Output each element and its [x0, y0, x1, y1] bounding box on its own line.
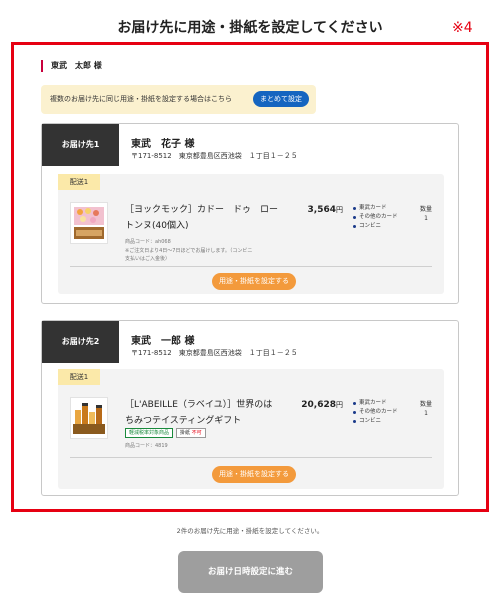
product-name: ［L'ABEILLE（ラベイユ）］世界のはちみつテイスティングギフト	[125, 400, 273, 426]
destination-name: 東武 一郎 様	[131, 336, 195, 347]
shipment-label: 配送1	[58, 174, 100, 190]
bullet-icon	[353, 225, 356, 228]
product-code: 商品コード：ah068	[125, 239, 171, 245]
bullet-icon	[353, 216, 356, 219]
destination-address: 〒171-8512 東京都豊島区西池袋 １丁目１－２５	[131, 349, 298, 357]
quantity-label: 数量	[419, 206, 432, 213]
payment-method: その他のカード	[353, 213, 398, 222]
product-code: 商品コード：4819	[125, 443, 168, 449]
quantity-value: 1	[424, 410, 428, 417]
bullet-icon	[353, 420, 356, 423]
payment-method: コンビニ	[353, 417, 398, 426]
quantity-label: 数量	[419, 401, 432, 408]
shipment-label: 配送1	[58, 369, 100, 385]
status-text: 2件のお届け先に用途・掛紙を設定してください。	[176, 527, 324, 535]
set-purpose-button[interactable]: 用途・掛紙を設定する	[212, 273, 296, 290]
payment-method: 東武カード	[353, 399, 398, 408]
destination-name: 東武 花子 様	[131, 139, 195, 150]
destination-card-1: お届け先1 東武 花子 様 〒171-8512 東京都豊島区西池袋 １丁目１－２…	[41, 123, 459, 304]
shipment-box: 配送1 ［ヨックモック］カドー ドゥ ロートンヌ(40個入) 3,564円 商品…	[58, 174, 444, 294]
annotation-mark: ※4	[452, 20, 473, 36]
divider	[70, 266, 432, 267]
quantity-value: 1	[424, 215, 428, 222]
product-price: 3,564円	[288, 205, 343, 215]
bullet-icon	[353, 411, 356, 414]
destination-card-2: お届け先2 東武 一郎 様 〒171-8512 東京都豊島区西池袋 １丁目１－２…	[41, 320, 459, 496]
bullet-icon	[353, 207, 356, 210]
divider	[70, 457, 432, 458]
product-price: 20,628円	[288, 400, 343, 410]
bulk-setting-bar: 複数のお届け先に同じ用途・掛紙を設定する場合はこちら まとめて設定	[41, 85, 316, 114]
bulk-setting-button[interactable]: まとめて設定	[253, 91, 309, 107]
bullet-icon	[353, 402, 356, 405]
price-unit: 円	[336, 401, 343, 409]
destination-address: 〒171-8512 東京都豊島区西池袋 １丁目１－２５	[131, 152, 298, 160]
product-note: ※ご注文日より4日〜7日ほどでお届けします。（コンビニ支払いはご入金後）	[125, 248, 253, 262]
destination-tag: お届け先2	[42, 321, 119, 363]
payment-methods: 東武カード その他のカード コンビニ	[353, 399, 398, 426]
product-image	[70, 397, 108, 439]
price-unit: 円	[336, 206, 343, 214]
destination-tag: お届け先1	[42, 124, 119, 166]
reduced-tax-badge: 軽減税率対象商品	[125, 428, 174, 438]
payment-methods: 東武カード その他のカード コンビニ	[353, 204, 398, 231]
page-title: お届け先に用途・掛紙を設定してください	[117, 20, 383, 36]
customer-name: 東武 太郎 様	[41, 60, 102, 72]
product-image	[70, 202, 108, 244]
payment-method: 東武カード	[353, 204, 398, 213]
wrapping-badge: 掛紙 不可	[176, 428, 206, 438]
proceed-button[interactable]: お届け日時設定に進む	[178, 551, 323, 593]
product-name: ［ヨックモック］カドー ドゥ ロートンヌ(40個入)	[125, 205, 279, 231]
payment-method: コンビニ	[353, 222, 398, 231]
shipment-box: 配送1 ［L'ABEILLE（ラベイユ）］世界のはちみつテイスティングギフト 2…	[58, 369, 444, 489]
set-purpose-button[interactable]: 用途・掛紙を設定する	[212, 466, 296, 483]
payment-method: その他のカード	[353, 408, 398, 417]
price-value: 3,564	[307, 205, 336, 215]
bulk-setting-text: 複数のお届け先に同じ用途・掛紙を設定する場合はこちら	[50, 95, 232, 103]
price-value: 20,628	[301, 400, 336, 410]
